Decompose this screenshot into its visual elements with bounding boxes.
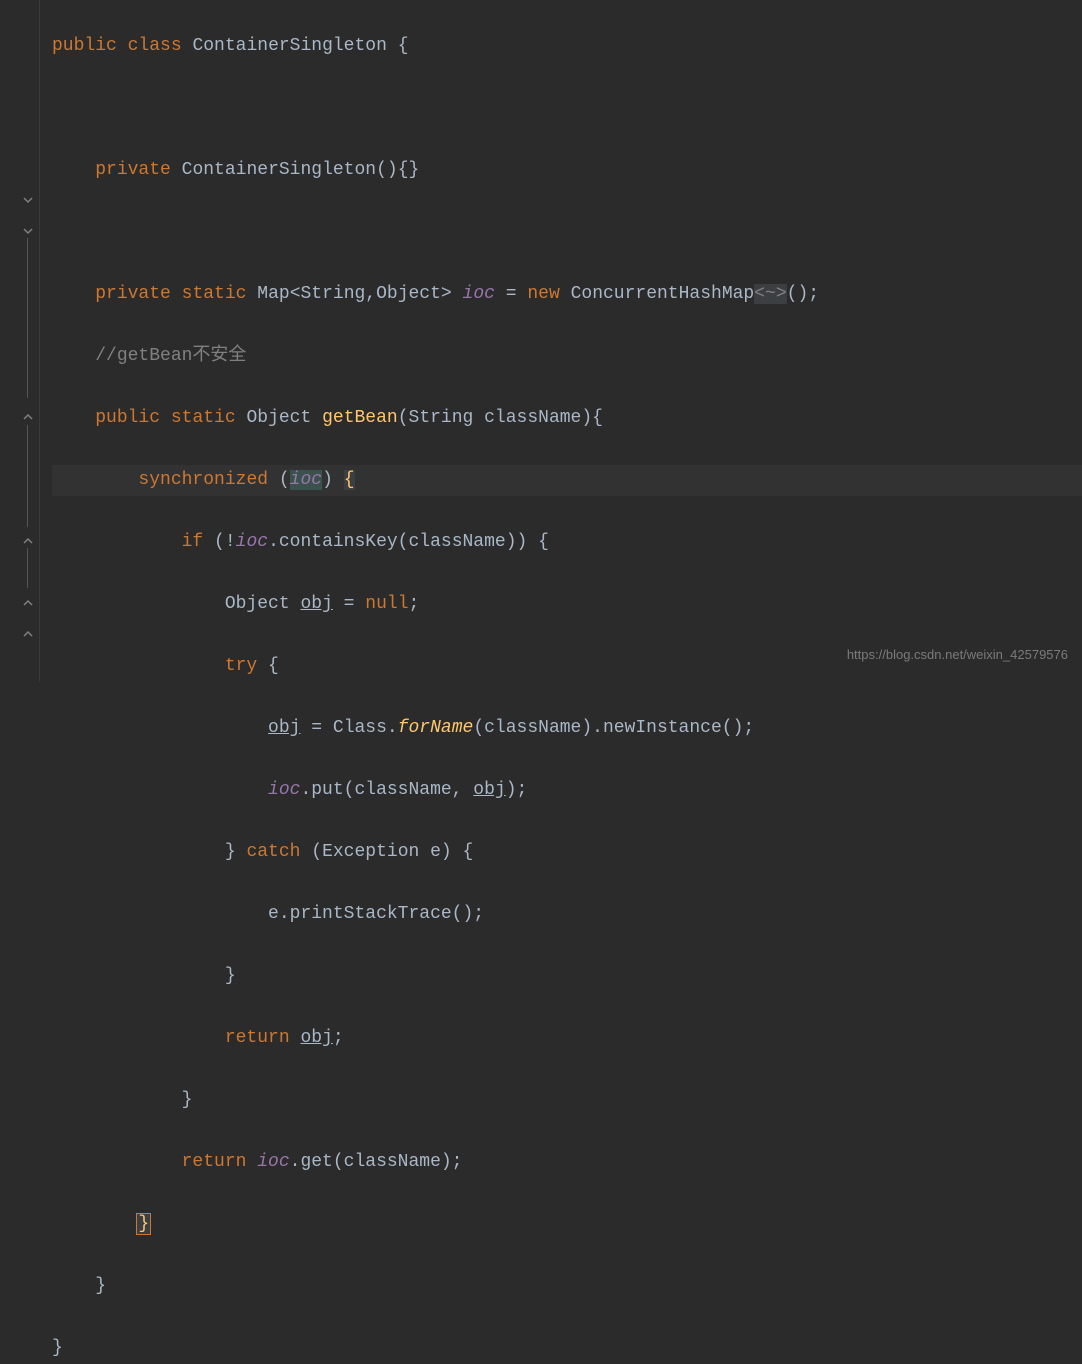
code-line: return obj; [52, 1023, 1082, 1054]
code-line: public class ContainerSingleton { [52, 31, 1082, 62]
code-line: } [52, 961, 1082, 992]
code-line: } catch (Exception e) { [52, 837, 1082, 868]
code-line: return ioc.get(className); [52, 1147, 1082, 1178]
code-line: } [52, 1271, 1082, 1302]
fold-icon[interactable] [22, 194, 34, 206]
code-line: //getBean不安全 [52, 341, 1082, 372]
code-line [52, 217, 1082, 248]
code-line: } [52, 1209, 1082, 1240]
code-line [52, 93, 1082, 124]
editor-container: public class ContainerSingleton { privat… [0, 0, 1082, 682]
folded-generic[interactable]: <~> [754, 284, 786, 304]
gutter [0, 0, 40, 682]
code-line: Object obj = null; [52, 589, 1082, 620]
code-line: public static Object getBean(String clas… [52, 403, 1082, 434]
code-line-current: synchronized (ioc) { [52, 465, 1082, 496]
code-line: if (!ioc.containsKey(className)) { [52, 527, 1082, 558]
fold-icon[interactable] [22, 535, 34, 547]
code-line: } [52, 1333, 1082, 1364]
watermark: https://blog.csdn.net/weixin_42579576 [847, 639, 1068, 670]
fold-icon[interactable] [22, 628, 34, 640]
code-line: obj = Class.forName(className).newInstan… [52, 713, 1082, 744]
fold-icon[interactable] [22, 411, 34, 423]
code-line: private static Map<String,Object> ioc = … [52, 279, 1082, 310]
code-line: } [52, 1085, 1082, 1116]
code-line: private ContainerSingleton(){} [52, 155, 1082, 186]
code-line: ioc.put(className, obj); [52, 775, 1082, 806]
fold-icon[interactable] [22, 597, 34, 609]
fold-icon[interactable] [22, 225, 34, 237]
code-line: e.printStackTrace(); [52, 899, 1082, 930]
code-area[interactable]: public class ContainerSingleton { privat… [40, 0, 1082, 682]
